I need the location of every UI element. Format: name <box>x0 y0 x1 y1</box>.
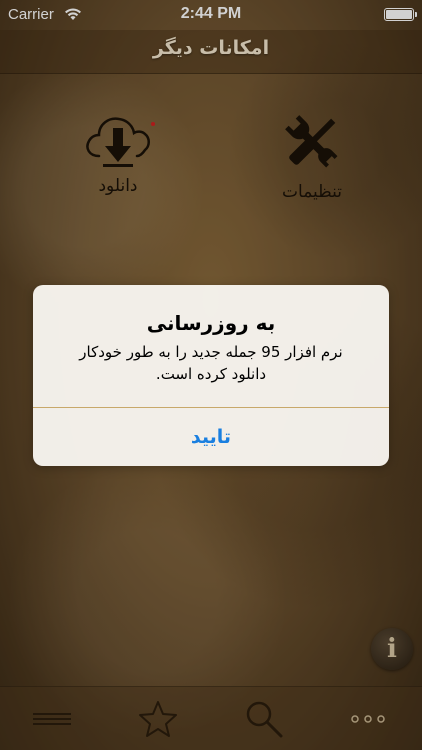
confirm-button[interactable]: تایید <box>33 408 389 466</box>
alert-title: به روزرسانی <box>146 311 276 335</box>
alert-message: نرم افزار 95 جمله جدید را به طور خودکار … <box>79 343 343 383</box>
update-alert-dialog: به روزرسانی نرم افزار 95 جمله جدید را به… <box>33 285 389 466</box>
